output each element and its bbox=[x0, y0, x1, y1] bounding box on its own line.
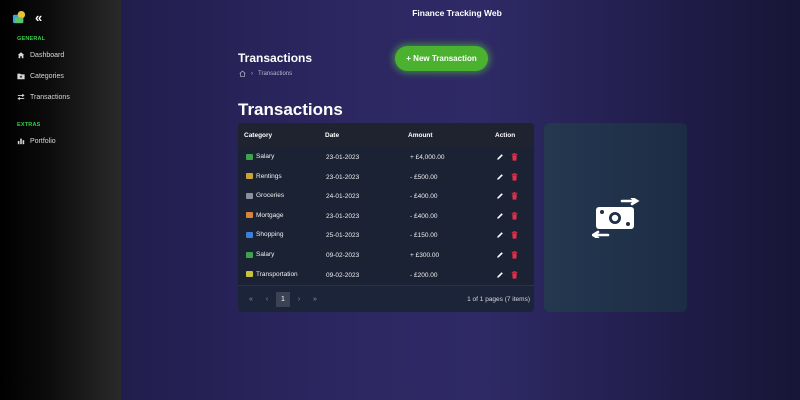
edit-icon[interactable] bbox=[496, 231, 504, 239]
row-date: 09-02-2023 bbox=[326, 271, 360, 279]
table-pagination: « ‹ 1 › » 1 of 1 pages (7 items) bbox=[238, 285, 534, 312]
sidebar-item-transactions[interactable]: Transactions bbox=[17, 93, 70, 101]
house-icon bbox=[246, 212, 253, 219]
row-category: Shopping bbox=[246, 231, 283, 238]
row-date: 23-01-2023 bbox=[326, 154, 360, 161]
table-row: Salary 23-01-2023 + £4,000.00 bbox=[238, 148, 534, 168]
section-title: Transactions bbox=[238, 100, 343, 119]
sidebar-section-general: GENERAL bbox=[17, 36, 46, 42]
money-icon bbox=[246, 251, 253, 258]
category-label: Shopping bbox=[256, 231, 284, 239]
arrows-exchange-icon bbox=[17, 93, 25, 101]
table-header: Category Date Amount Action bbox=[238, 123, 534, 148]
prev-page-button[interactable]: ‹ bbox=[260, 292, 274, 307]
row-category: Transportation bbox=[246, 271, 298, 278]
category-label: Groceries bbox=[256, 192, 285, 200]
app-title: Finance Tracking Web bbox=[412, 8, 502, 18]
delete-icon[interactable] bbox=[511, 211, 518, 220]
row-date: 09-02-2023 bbox=[326, 252, 360, 259]
first-page-button[interactable]: « bbox=[244, 292, 258, 307]
folder-plus-icon bbox=[17, 73, 25, 80]
receipt-icon bbox=[246, 192, 253, 199]
sidebar: « GENERAL Dashboard Categories Transacti… bbox=[0, 0, 121, 400]
page-title: Transactions bbox=[238, 51, 313, 65]
edit-icon[interactable] bbox=[496, 271, 504, 279]
last-page-button[interactable]: » bbox=[308, 292, 322, 307]
home-icon bbox=[17, 52, 25, 59]
row-date: 23-01-2023 bbox=[326, 212, 360, 220]
row-amount: - £400.00 bbox=[410, 212, 438, 220]
sidebar-item-label: Portfolio bbox=[30, 137, 56, 145]
delete-icon[interactable] bbox=[511, 251, 518, 259]
edit-icon[interactable] bbox=[496, 251, 504, 259]
chevron-right-icon: › bbox=[251, 70, 253, 77]
ticket-icon bbox=[246, 271, 253, 278]
delete-icon[interactable] bbox=[511, 172, 518, 181]
money-icon bbox=[246, 153, 253, 160]
sidebar-item-dashboard[interactable]: Dashboard bbox=[17, 51, 64, 59]
transactions-table: Category Date Amount Action Salary 23-01-… bbox=[238, 123, 534, 312]
sidebar-section-extras: EXTRAS bbox=[17, 122, 41, 128]
home-icon[interactable] bbox=[239, 70, 246, 77]
row-category: Mortgage bbox=[246, 212, 283, 219]
header-amount[interactable]: Amount bbox=[408, 132, 433, 139]
category-label: Salary bbox=[256, 153, 275, 160]
money-bag-icon bbox=[246, 173, 253, 180]
row-category: Salary bbox=[246, 251, 274, 258]
header-date[interactable]: Date bbox=[325, 132, 339, 139]
transactions-illustration bbox=[544, 123, 687, 312]
row-amount: - £400.00 bbox=[410, 193, 438, 201]
table-row: Rentings 23-01-2023 - £500.00 bbox=[238, 168, 534, 188]
sidebar-item-label: Categories bbox=[30, 72, 64, 80]
row-amount: + £300.00 bbox=[410, 252, 440, 259]
category-label: Rentings bbox=[256, 172, 282, 180]
row-date: 25-01-2023 bbox=[326, 232, 360, 240]
delete-icon[interactable] bbox=[511, 192, 518, 200]
table-row: Shopping 25-01-2023 - £150.00 bbox=[238, 226, 534, 246]
new-transaction-button[interactable]: + New Transaction bbox=[395, 46, 488, 71]
sidebar-item-portfolio[interactable]: Portfolio bbox=[17, 137, 56, 145]
delete-icon[interactable] bbox=[511, 153, 518, 161]
category-label: Transportation bbox=[256, 270, 298, 278]
row-category: Salary bbox=[246, 153, 274, 160]
edit-icon[interactable] bbox=[496, 173, 504, 181]
header-category[interactable]: Category bbox=[244, 132, 272, 139]
row-category: Groceries bbox=[246, 192, 284, 199]
delete-icon[interactable] bbox=[511, 231, 518, 239]
table-row: Salary 09-02-2023 + £300.00 bbox=[238, 246, 534, 266]
row-date: 23-01-2023 bbox=[326, 173, 360, 181]
breadcrumb: › Transactions bbox=[239, 70, 292, 77]
row-date: 24-01-2023 bbox=[326, 193, 360, 201]
bar-chart-icon bbox=[17, 138, 25, 145]
page-1-button[interactable]: 1 bbox=[276, 292, 290, 307]
money-exchange-icon bbox=[591, 197, 640, 238]
breadcrumb-current: Transactions bbox=[258, 70, 293, 77]
pagination-info: 1 of 1 pages (7 items) bbox=[467, 296, 530, 303]
row-amount: + £4,000.00 bbox=[410, 154, 445, 161]
edit-icon[interactable] bbox=[496, 212, 504, 220]
header-action: Action bbox=[495, 132, 516, 139]
edit-icon[interactable] bbox=[496, 192, 504, 200]
table-row: Transportation 09-02-2023 - £200.00 bbox=[238, 266, 534, 286]
row-category: Rentings bbox=[246, 173, 282, 180]
row-amount: - £150.00 bbox=[410, 232, 438, 240]
row-amount: - £500.00 bbox=[410, 173, 438, 181]
sidebar-item-label: Dashboard bbox=[30, 51, 65, 59]
sidebar-item-label: Transactions bbox=[30, 93, 70, 101]
sidebar-item-categories[interactable]: Categories bbox=[17, 72, 64, 80]
row-amount: - £200.00 bbox=[410, 271, 438, 279]
table-row: Groceries 24-01-2023 - £400.00 bbox=[238, 187, 534, 207]
delete-icon[interactable] bbox=[511, 270, 518, 279]
shopping-bags-icon bbox=[246, 231, 253, 238]
category-label: Mortgage bbox=[256, 211, 284, 219]
category-label: Salary bbox=[256, 251, 275, 258]
edit-icon[interactable] bbox=[496, 153, 504, 161]
next-page-button[interactable]: › bbox=[292, 292, 306, 307]
table-row: Mortgage 23-01-2023 - £400.00 bbox=[238, 207, 534, 227]
